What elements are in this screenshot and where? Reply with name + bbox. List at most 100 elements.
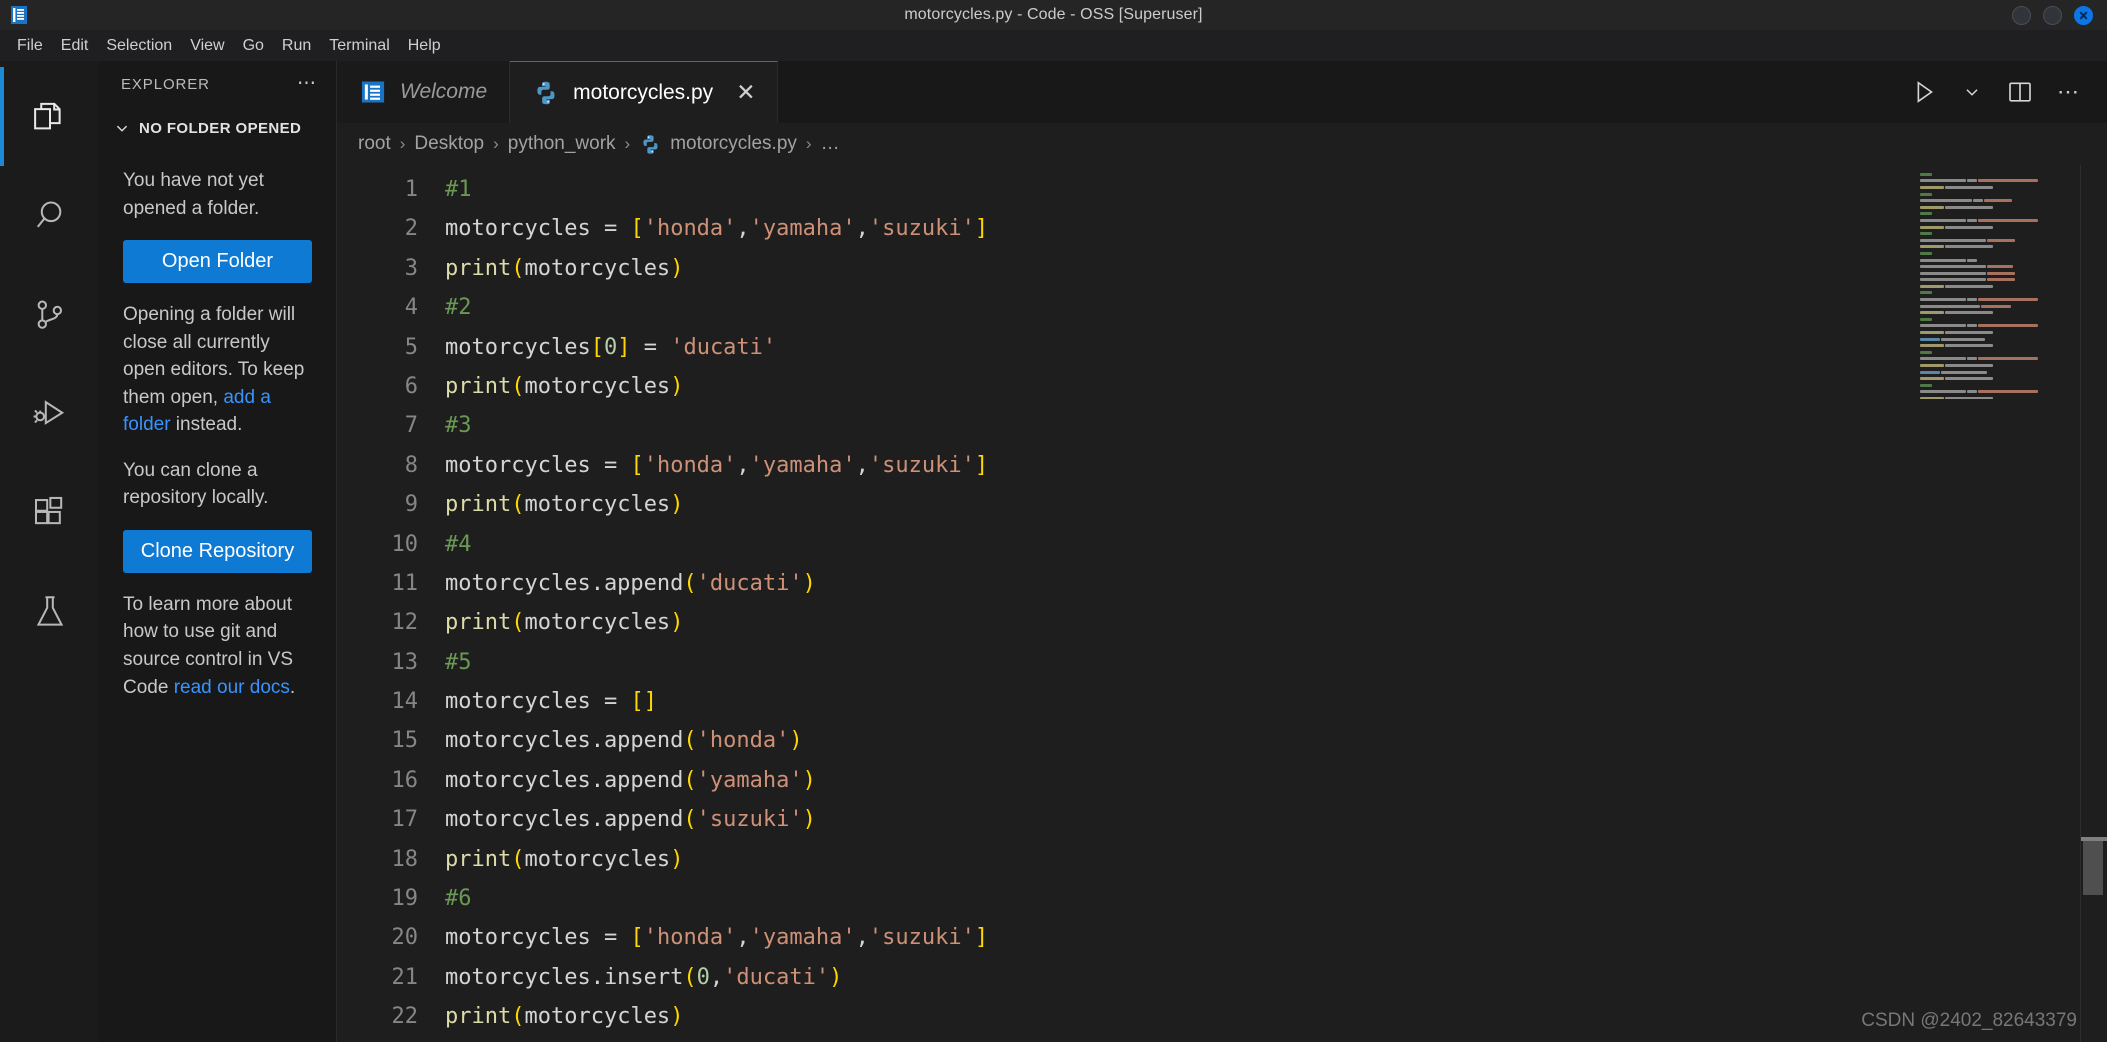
token-txt: , — [855, 452, 869, 478]
code-line[interactable]: 12 print(motorcycles) — [337, 603, 2107, 642]
minimap-segment — [1920, 331, 1944, 335]
activity-item-source-control[interactable] — [0, 265, 99, 364]
split-editor-right-button[interactable] — [2005, 77, 2035, 107]
ellipsis-icon[interactable]: ⋯ — [297, 74, 318, 93]
token-brk: [ — [630, 452, 644, 478]
token-str: 'honda' — [643, 216, 737, 242]
minimap-line — [1917, 224, 2067, 231]
menu-run[interactable]: Run — [273, 34, 320, 58]
activity-item-testing[interactable] — [0, 562, 99, 661]
token-op: = — [603, 689, 631, 715]
close-button[interactable] — [2074, 5, 2093, 25]
run-options-dropdown[interactable] — [1961, 81, 1983, 103]
activity-item-explorer[interactable] — [0, 67, 99, 166]
code-line[interactable]: 18 print(motorcycles) — [337, 840, 2107, 879]
menu-edit[interactable]: Edit — [52, 34, 98, 58]
line-number: 13 — [391, 649, 419, 675]
run-python-file-button[interactable] — [1909, 77, 1939, 107]
code-line[interactable]: 20 motorcycles = ['honda','yamaha','suzuk… — [337, 918, 2107, 957]
code-line[interactable]: 6 print(motorcycles) — [337, 367, 2107, 406]
code-line[interactable]: 11 motorcycles.append('ducati') — [337, 564, 2107, 603]
line-content: print(motorcycles) — [445, 840, 683, 879]
token-str: 'suzuki' — [868, 925, 975, 951]
activity-item-run-and-debug[interactable] — [0, 364, 99, 463]
code-line[interactable]: 22 print(motorcycles) — [337, 997, 2107, 1036]
line-content: motorcycles = ['honda','yamaha','suzuki'… — [445, 446, 988, 485]
minimap-line — [1917, 191, 2067, 198]
activity-item-search[interactable] — [0, 166, 99, 265]
code-line[interactable]: 16 motorcycles.append('yamaha') — [337, 761, 2107, 800]
open-folder-button[interactable]: Open Folder — [123, 240, 312, 284]
breadcrumb-item-python-work[interactable]: python_work — [508, 133, 616, 155]
editor-vertical-scrollbar[interactable] — [2081, 165, 2107, 1042]
menu-help[interactable]: Help — [399, 34, 450, 58]
minimap-segment — [1920, 179, 1966, 183]
code-line[interactable]: 9 print(motorcycles) — [337, 485, 2107, 524]
code-editor[interactable]: 1 #1 2 motorcycles = ['honda','yamaha','suz… — [337, 165, 2107, 1042]
editor-actions: ⋯ — [1909, 61, 2107, 123]
no-folder-section-header[interactable]: NO FOLDER OPENED — [99, 107, 336, 149]
minimap-segment — [1920, 298, 1966, 302]
close-icon[interactable]: ✕ — [736, 81, 755, 104]
line-content: #2 — [445, 288, 472, 327]
code-line[interactable]: 17 motorcycles.append('suzuki') — [337, 800, 2107, 839]
line-number: 19 — [391, 886, 419, 912]
read-our-docs-link[interactable]: read our docs — [174, 677, 290, 698]
line-number: 9 — [404, 492, 418, 518]
breadcrumb-item-root[interactable]: root — [358, 133, 391, 155]
breadcrumb-item-file[interactable]: motorcycles.py — [639, 133, 797, 156]
menu-file[interactable]: File — [8, 34, 52, 58]
scrollbar-thumb[interactable] — [2083, 841, 2103, 895]
line-content: motorcycles.append('suzuki') — [445, 800, 816, 839]
code-line[interactable]: 5 motorcycles[0] = 'ducati' — [337, 328, 2107, 367]
minimap-line — [1917, 270, 2067, 277]
more-editor-actions-button[interactable]: ⋯ — [2057, 81, 2081, 103]
code-line[interactable]: 2 motorcycles = ['honda','yamaha','suzuki… — [337, 209, 2107, 248]
menu-terminal[interactable]: Terminal — [320, 34, 398, 58]
minimize-button[interactable] — [2012, 5, 2031, 25]
minimap-line — [1917, 395, 2067, 399]
breadcrumb-item-symbols[interactable]: … — [821, 133, 840, 155]
code-line[interactable]: 10 #4 — [337, 525, 2107, 564]
minimap-segment — [1978, 179, 2039, 183]
tab-welcome[interactable]: Welcome — [337, 61, 511, 123]
token-brk: ) — [670, 846, 684, 872]
menu-view[interactable]: View — [181, 34, 233, 58]
minimap-segment — [1978, 298, 2039, 302]
minimap-line — [1917, 211, 2067, 218]
token-str: 'yamaha' — [749, 452, 856, 478]
menu-selection[interactable]: Selection — [97, 34, 181, 58]
breadcrumb-item-desktop[interactable]: Desktop — [414, 133, 484, 155]
activity-item-extensions[interactable] — [0, 463, 99, 562]
clone-repository-button[interactable]: Clone Repository — [123, 529, 312, 573]
code-line[interactable]: 13 #5 — [337, 643, 2107, 682]
minimap-segment — [1920, 212, 1932, 216]
code-line[interactable]: 14 motorcycles = [] — [337, 682, 2107, 721]
minimap-segment — [1920, 225, 1944, 229]
code-line[interactable]: 3 print(motorcycles) — [337, 249, 2107, 288]
code-line[interactable]: 19 #6 — [337, 879, 2107, 918]
token-brk: [] — [630, 689, 657, 715]
minimap-segment — [1920, 311, 1944, 315]
token-fn: print — [445, 846, 512, 872]
code-line[interactable]: 21 motorcycles.insert(0,'ducati') — [337, 958, 2107, 997]
minimap-segment — [1945, 225, 1994, 229]
maximize-button[interactable] — [2043, 5, 2062, 25]
minimap[interactable] — [1917, 171, 2067, 399]
minimap-segment — [1967, 324, 1978, 328]
minimap-segment — [1978, 357, 2039, 361]
code-line[interactable]: 15 motorcycles.append('honda') — [337, 721, 2107, 760]
token-num: 0 — [603, 334, 618, 360]
vscode-logo-icon — [6, 4, 32, 26]
code-line[interactable]: 4 #2 — [337, 288, 2107, 327]
minimap-segment — [1967, 179, 1978, 183]
tab-motorcycles-py[interactable]: motorcycles.py ✕ — [510, 61, 779, 123]
menu-go[interactable]: Go — [234, 34, 273, 58]
tab-list: Welcome motorcycles.py ✕ — [337, 61, 779, 123]
code-lines[interactable]: 1 #1 2 motorcycles = ['honda','yamaha','suz… — [337, 165, 2107, 1042]
code-line[interactable]: 8 motorcycles = ['honda','yamaha','suzuki… — [337, 446, 2107, 485]
code-line[interactable]: 1 #1 — [337, 170, 2107, 209]
code-line[interactable]: 7 #3 — [337, 406, 2107, 445]
minimap-line — [1917, 316, 2067, 323]
minimap-line — [1917, 277, 2067, 284]
